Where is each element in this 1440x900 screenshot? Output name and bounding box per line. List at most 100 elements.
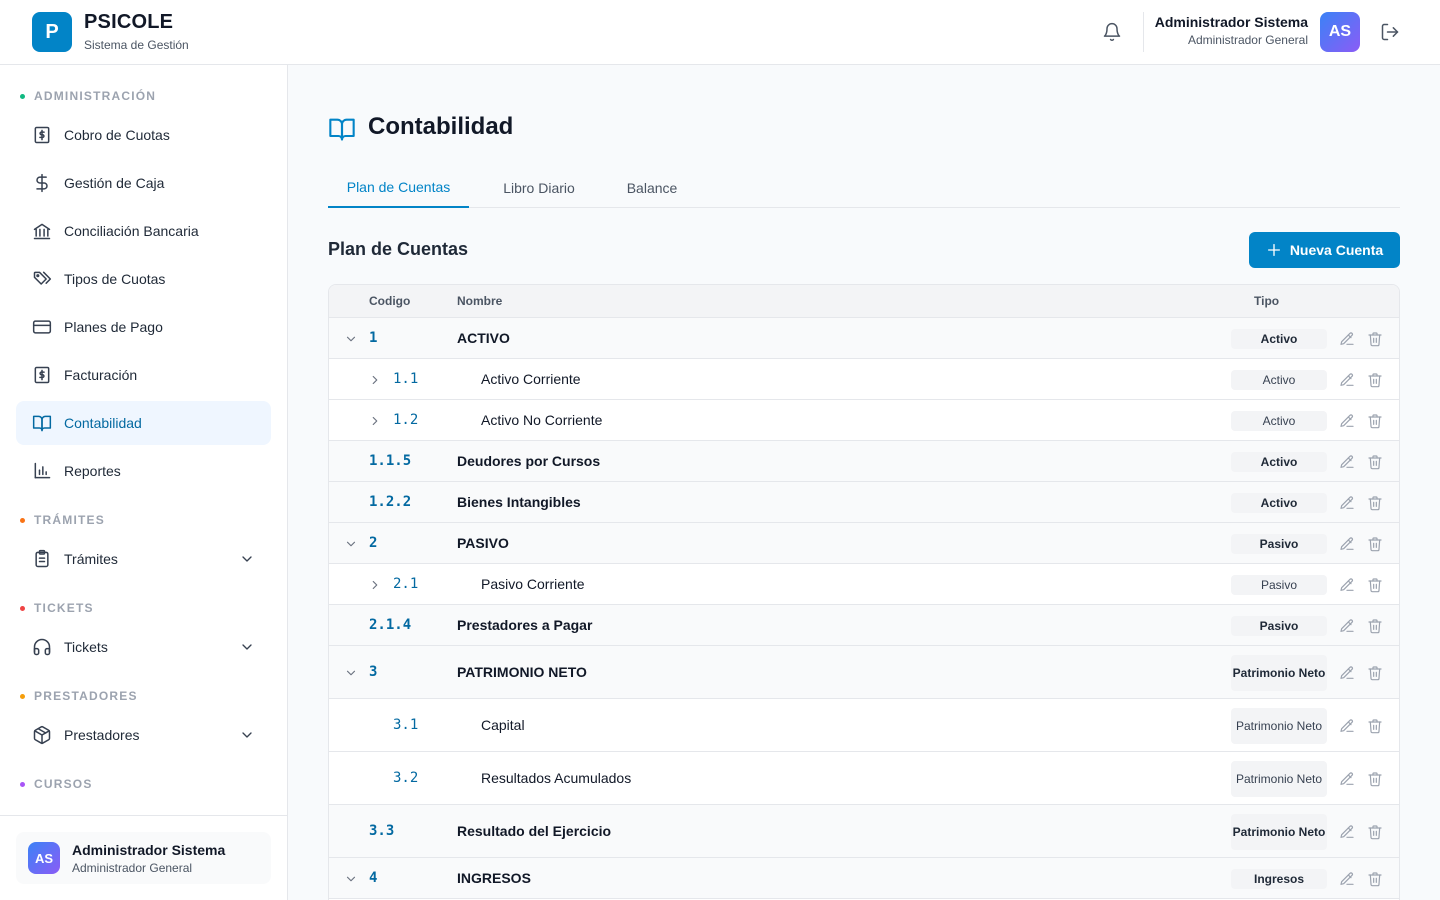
sidebar-item-reportes[interactable]: Reportes xyxy=(16,449,271,493)
account-name: ACTIVO xyxy=(457,330,510,346)
sidebar-item-label: Planes de Pago xyxy=(64,319,163,335)
edit-icon[interactable] xyxy=(1339,618,1355,634)
section-label: ADMINISTRACIÓN xyxy=(34,89,157,103)
trash-icon[interactable] xyxy=(1367,871,1383,887)
account-code: 2.1.4 xyxy=(369,617,412,633)
clipboard-icon xyxy=(32,549,52,569)
account-type-badge: Patrimonio Neto xyxy=(1231,655,1327,691)
sidebar-item-tramites[interactable]: Trámites xyxy=(16,537,271,581)
chevron-right-icon[interactable] xyxy=(368,373,382,387)
trash-icon[interactable] xyxy=(1367,536,1383,552)
sidebar-item-tipos-cuotas[interactable]: Tipos de Cuotas xyxy=(16,257,271,301)
section-label: CURSOS xyxy=(34,777,93,791)
account-type-badge: Ingresos xyxy=(1231,869,1327,889)
chevron-down-icon[interactable] xyxy=(239,551,255,567)
sidebar-item-facturacion[interactable]: Facturación xyxy=(16,353,271,397)
edit-icon[interactable] xyxy=(1339,536,1355,552)
account-name: Activo Corriente xyxy=(481,371,581,387)
sidebar-item-label: Prestadores xyxy=(64,727,140,743)
trash-icon[interactable] xyxy=(1367,372,1383,388)
edit-icon[interactable] xyxy=(1339,372,1355,388)
sidebar-item-label: Tipos de Cuotas xyxy=(64,271,166,287)
sidebar-item-planes-pago[interactable]: Planes de Pago xyxy=(16,305,271,349)
book-open-icon xyxy=(32,413,52,433)
edit-icon[interactable] xyxy=(1339,577,1355,593)
header-avatar[interactable]: AS xyxy=(1320,12,1360,52)
package-icon xyxy=(32,725,52,745)
section-dot xyxy=(20,781,25,787)
edit-icon[interactable] xyxy=(1339,665,1355,681)
app-subtitle: Sistema de Gestión xyxy=(84,38,189,52)
account-name: Resultado del Ejercicio xyxy=(457,823,612,839)
invoice-icon xyxy=(32,365,52,385)
section-label: PRESTADORES xyxy=(34,689,138,703)
header-user-role: Administrador General xyxy=(1187,33,1308,47)
sidebar-item-cobro-cuotas[interactable]: Cobro de Cuotas xyxy=(16,113,271,157)
sidebar-item-contabilidad[interactable]: Contabilidad xyxy=(16,401,271,445)
edit-icon[interactable] xyxy=(1339,824,1355,840)
trash-icon[interactable] xyxy=(1367,824,1383,840)
sidebar-item-prestadores[interactable]: Prestadores xyxy=(16,713,271,757)
chevron-down-icon[interactable] xyxy=(344,332,358,346)
edit-icon[interactable] xyxy=(1339,331,1355,347)
table-row: 3.1 Capital Patrimonio Neto xyxy=(329,699,1399,752)
bell-icon[interactable] xyxy=(1100,20,1124,44)
account-type-badge: Patrimonio Neto xyxy=(1231,708,1327,744)
sidebar-item-conciliacion-bancaria[interactable]: Conciliación Bancaria xyxy=(16,209,271,253)
account-type-badge: Activo xyxy=(1231,493,1327,513)
chevron-right-icon[interactable] xyxy=(368,414,382,428)
edit-icon[interactable] xyxy=(1339,495,1355,511)
trash-icon[interactable] xyxy=(1367,718,1383,734)
app-logo[interactable]: P xyxy=(32,12,72,52)
chevron-down-icon[interactable] xyxy=(344,537,358,551)
section-cursos: CURSOS xyxy=(20,777,93,791)
account-name: Pasivo Corriente xyxy=(481,576,585,592)
edit-icon[interactable] xyxy=(1339,771,1355,787)
sidebar-item-label: Tickets xyxy=(64,639,108,655)
sidebar-user-card[interactable]: AS Administrador Sistema Administrador G… xyxy=(16,832,271,884)
chevron-down-icon[interactable] xyxy=(344,666,358,680)
edit-icon[interactable] xyxy=(1339,454,1355,470)
sidebar-item-label: Gestión de Caja xyxy=(64,175,165,191)
edit-icon[interactable] xyxy=(1339,871,1355,887)
trash-icon[interactable] xyxy=(1367,771,1383,787)
sidebar-item-label: Trámites xyxy=(64,551,118,567)
account-code: 3.1 xyxy=(393,717,419,733)
tab-plan-de-cuentas[interactable]: Plan de Cuentas xyxy=(328,168,469,208)
table-row: 1 ACTIVO Activo xyxy=(329,318,1399,359)
account-type-badge: Patrimonio Neto xyxy=(1231,761,1327,797)
trash-icon[interactable] xyxy=(1367,618,1383,634)
new-account-button[interactable]: Nueva Cuenta xyxy=(1249,232,1400,268)
trash-icon[interactable] xyxy=(1367,413,1383,429)
sidebar-item-label: Cobro de Cuotas xyxy=(64,127,170,143)
account-code: 4 xyxy=(369,870,378,886)
table-row: 3.2 Resultados Acumulados Patrimonio Neto xyxy=(329,752,1399,805)
account-type-badge: Activo xyxy=(1231,411,1327,431)
section-administracion: ADMINISTRACIÓN xyxy=(20,89,156,103)
trash-icon[interactable] xyxy=(1367,454,1383,470)
trash-icon[interactable] xyxy=(1367,331,1383,347)
table-row: 3 PATRIMONIO NETO Patrimonio Neto xyxy=(329,646,1399,699)
trash-icon[interactable] xyxy=(1367,577,1383,593)
receipt-dollar-icon xyxy=(32,125,52,145)
sidebar-item-tickets[interactable]: Tickets xyxy=(16,625,271,669)
account-name: Bienes Intangibles xyxy=(457,494,581,510)
sidebar-item-gestion-caja[interactable]: Gestión de Caja xyxy=(16,161,271,205)
edit-icon[interactable] xyxy=(1339,413,1355,429)
chevron-down-icon[interactable] xyxy=(239,727,255,743)
table-row: 2.1.4 Prestadores a Pagar Pasivo xyxy=(329,605,1399,646)
trash-icon[interactable] xyxy=(1367,495,1383,511)
tab-balance[interactable]: Balance xyxy=(609,168,695,208)
trash-icon[interactable] xyxy=(1367,665,1383,681)
account-code: 1.2.2 xyxy=(369,494,412,510)
chevron-right-icon[interactable] xyxy=(368,578,382,592)
section-label: TICKETS xyxy=(34,601,94,615)
header-user-info: Administrador Sistema Administrador Gene… xyxy=(1155,14,1308,47)
logout-icon[interactable] xyxy=(1378,20,1402,44)
chevron-down-icon[interactable] xyxy=(344,872,358,886)
tab-libro-diario[interactable]: Libro Diario xyxy=(485,168,593,208)
edit-icon[interactable] xyxy=(1339,718,1355,734)
table-row: 4 INGRESOS Ingresos xyxy=(329,858,1399,899)
table-row: 3.3 Resultado del Ejercicio Patrimonio Net… xyxy=(329,805,1399,858)
chevron-down-icon[interactable] xyxy=(239,639,255,655)
